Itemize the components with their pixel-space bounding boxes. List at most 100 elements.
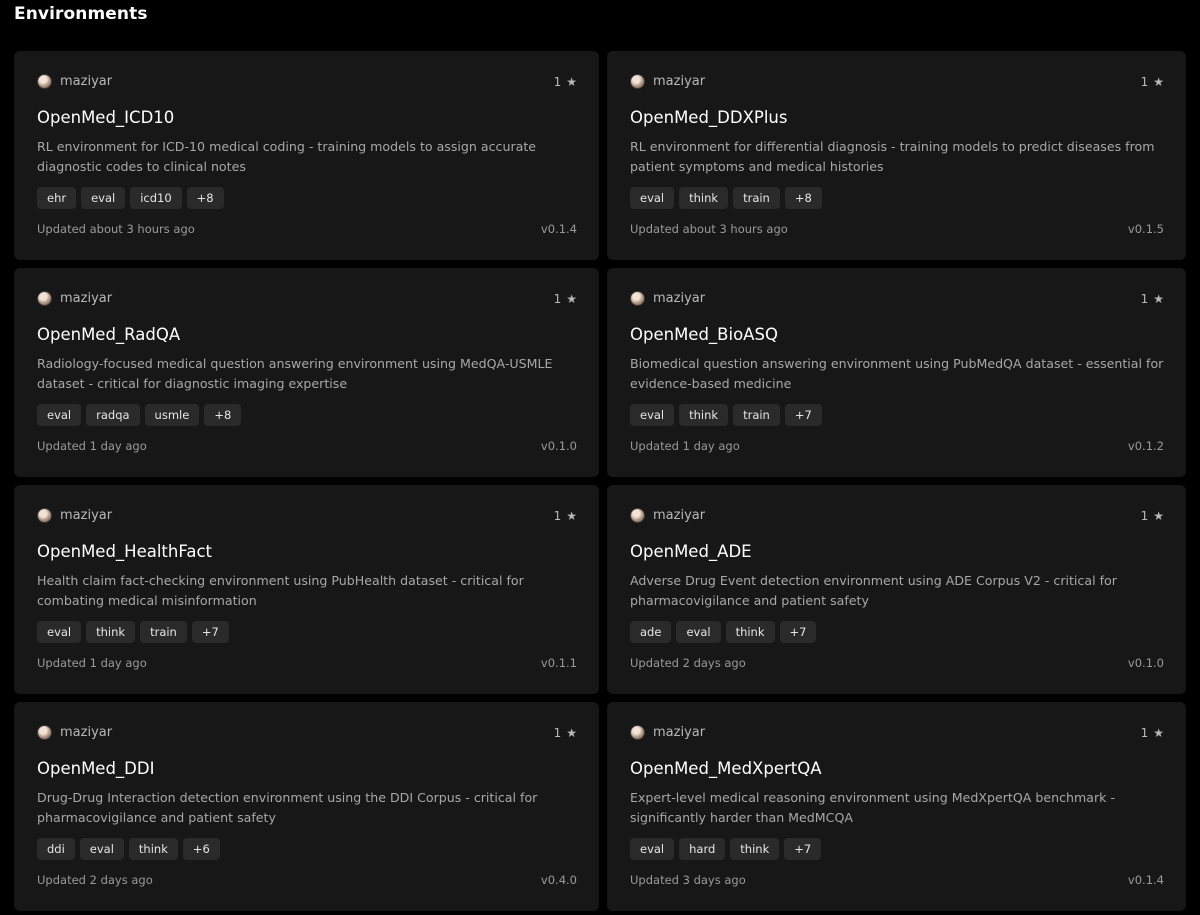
- environment-card[interactable]: maziyar 1 ★ OpenMed_BioASQ Biomedical qu…: [607, 268, 1186, 477]
- author-name[interactable]: maziyar: [653, 291, 705, 306]
- tag-list: ehr eval icd10 +8: [37, 187, 224, 209]
- avatar: [37, 291, 52, 306]
- star-icon: ★: [1153, 726, 1164, 740]
- version-label: v0.1.2: [1127, 439, 1164, 453]
- environment-card[interactable]: maziyar 1 ★ OpenMed_ICD10 RL environment…: [14, 51, 599, 260]
- tag[interactable]: eval: [630, 187, 675, 209]
- tag[interactable]: train: [733, 404, 780, 426]
- star-count[interactable]: 1 ★: [554, 726, 577, 740]
- tag-list: eval think train +7: [630, 404, 822, 426]
- tag[interactable]: eval: [630, 404, 675, 426]
- updated-time: Updated 1 day ago: [37, 656, 147, 670]
- more-tags[interactable]: +6: [182, 838, 220, 860]
- tag[interactable]: eval: [37, 621, 82, 643]
- star-count-value: 1: [553, 509, 562, 523]
- tag[interactable]: hard: [679, 838, 726, 860]
- environment-card[interactable]: maziyar 1 ★ OpenMed_MedXpertQA Expert-le…: [607, 702, 1186, 911]
- author-name[interactable]: maziyar: [653, 74, 705, 89]
- tag[interactable]: icd10: [130, 187, 182, 209]
- environment-title[interactable]: OpenMed_HealthFact: [37, 542, 212, 561]
- star-icon: ★: [1153, 509, 1164, 523]
- card-author[interactable]: maziyar: [630, 508, 705, 523]
- environment-title[interactable]: OpenMed_DDXPlus: [630, 108, 787, 127]
- tag[interactable]: ade: [630, 621, 672, 643]
- card-author[interactable]: maziyar: [630, 291, 705, 306]
- star-count[interactable]: 1 ★: [554, 292, 577, 306]
- environment-card[interactable]: maziyar 1 ★ OpenMed_DDI Drug-Drug Intera…: [14, 702, 599, 911]
- page-title: Environments: [14, 4, 148, 24]
- environment-card[interactable]: maziyar 1 ★ OpenMed_ADE Adverse Drug Eve…: [607, 485, 1186, 694]
- tag[interactable]: eval: [630, 838, 675, 860]
- environment-card[interactable]: maziyar 1 ★ OpenMed_HealthFact Health cl…: [14, 485, 599, 694]
- tag-list: eval hard think +7: [630, 838, 822, 860]
- tag[interactable]: ehr: [37, 187, 77, 209]
- more-tags[interactable]: +8: [204, 404, 242, 426]
- tag-list: ddi eval think +6: [37, 838, 220, 860]
- environment-title[interactable]: OpenMed_RadQA: [37, 325, 180, 344]
- card-author[interactable]: maziyar: [630, 725, 705, 740]
- author-name[interactable]: maziyar: [60, 74, 112, 89]
- environment-card[interactable]: maziyar 1 ★ OpenMed_RadQA Radiology-focu…: [14, 268, 599, 477]
- more-tags[interactable]: +8: [784, 187, 822, 209]
- version-label: v0.1.4: [540, 222, 577, 236]
- updated-time: Updated 1 day ago: [37, 439, 147, 453]
- tag[interactable]: think: [725, 621, 775, 643]
- tag[interactable]: think: [679, 187, 729, 209]
- tag[interactable]: think: [730, 838, 780, 860]
- updated-time: Updated 3 days ago: [630, 873, 746, 887]
- avatar: [37, 74, 52, 89]
- card-author[interactable]: maziyar: [37, 725, 112, 740]
- author-name[interactable]: maziyar: [60, 508, 112, 523]
- star-count[interactable]: 1 ★: [1141, 509, 1164, 523]
- star-count-value: 1: [553, 726, 562, 740]
- environment-title[interactable]: OpenMed_MedXpertQA: [630, 759, 822, 778]
- star-count[interactable]: 1 ★: [1141, 726, 1164, 740]
- environment-title[interactable]: OpenMed_DDI: [37, 759, 154, 778]
- avatar: [37, 508, 52, 523]
- tag[interactable]: eval: [676, 621, 721, 643]
- star-icon: ★: [566, 509, 577, 523]
- tag[interactable]: train: [140, 621, 187, 643]
- card-author[interactable]: maziyar: [37, 74, 112, 89]
- tag-list: eval radqa usmle +8: [37, 404, 242, 426]
- tag[interactable]: think: [128, 838, 178, 860]
- more-tags[interactable]: +7: [784, 838, 822, 860]
- star-count[interactable]: 1 ★: [554, 509, 577, 523]
- environment-title[interactable]: OpenMed_ADE: [630, 542, 752, 561]
- star-count[interactable]: 1 ★: [554, 75, 577, 89]
- more-tags[interactable]: +8: [186, 187, 224, 209]
- author-name[interactable]: maziyar: [60, 725, 112, 740]
- star-count[interactable]: 1 ★: [1141, 75, 1164, 89]
- environment-title[interactable]: OpenMed_ICD10: [37, 108, 174, 127]
- tag[interactable]: think: [679, 404, 729, 426]
- author-name[interactable]: maziyar: [653, 508, 705, 523]
- star-count[interactable]: 1 ★: [1141, 292, 1164, 306]
- more-tags[interactable]: +7: [779, 621, 817, 643]
- tag[interactable]: eval: [81, 187, 126, 209]
- tag[interactable]: train: [733, 187, 780, 209]
- tag[interactable]: think: [86, 621, 136, 643]
- author-name[interactable]: maziyar: [653, 725, 705, 740]
- environment-description: Radiology-focused medical question answe…: [37, 356, 553, 391]
- tag[interactable]: eval: [79, 838, 124, 860]
- tag[interactable]: usmle: [144, 404, 200, 426]
- card-author[interactable]: maziyar: [37, 291, 112, 306]
- more-tags[interactable]: +7: [191, 621, 229, 643]
- environment-card[interactable]: maziyar 1 ★ OpenMed_DDXPlus RL environme…: [607, 51, 1186, 260]
- tag[interactable]: eval: [37, 404, 82, 426]
- star-icon: ★: [566, 292, 577, 306]
- version-label: v0.1.4: [1127, 873, 1164, 887]
- environment-description: RL environment for differential diagnosi…: [630, 139, 1155, 174]
- environment-description: Adverse Drug Event detection environment…: [630, 573, 1117, 608]
- avatar: [37, 725, 52, 740]
- card-author[interactable]: maziyar: [630, 74, 705, 89]
- card-author[interactable]: maziyar: [37, 508, 112, 523]
- more-tags[interactable]: +7: [784, 404, 822, 426]
- environment-title[interactable]: OpenMed_BioASQ: [630, 325, 778, 344]
- tag[interactable]: ddi: [37, 838, 75, 860]
- environment-description: Drug-Drug Interaction detection environm…: [37, 790, 538, 825]
- environment-description: Health claim fact-checking environment u…: [37, 573, 524, 608]
- updated-time: Updated about 3 hours ago: [37, 222, 195, 236]
- tag[interactable]: radqa: [86, 404, 140, 426]
- author-name[interactable]: maziyar: [60, 291, 112, 306]
